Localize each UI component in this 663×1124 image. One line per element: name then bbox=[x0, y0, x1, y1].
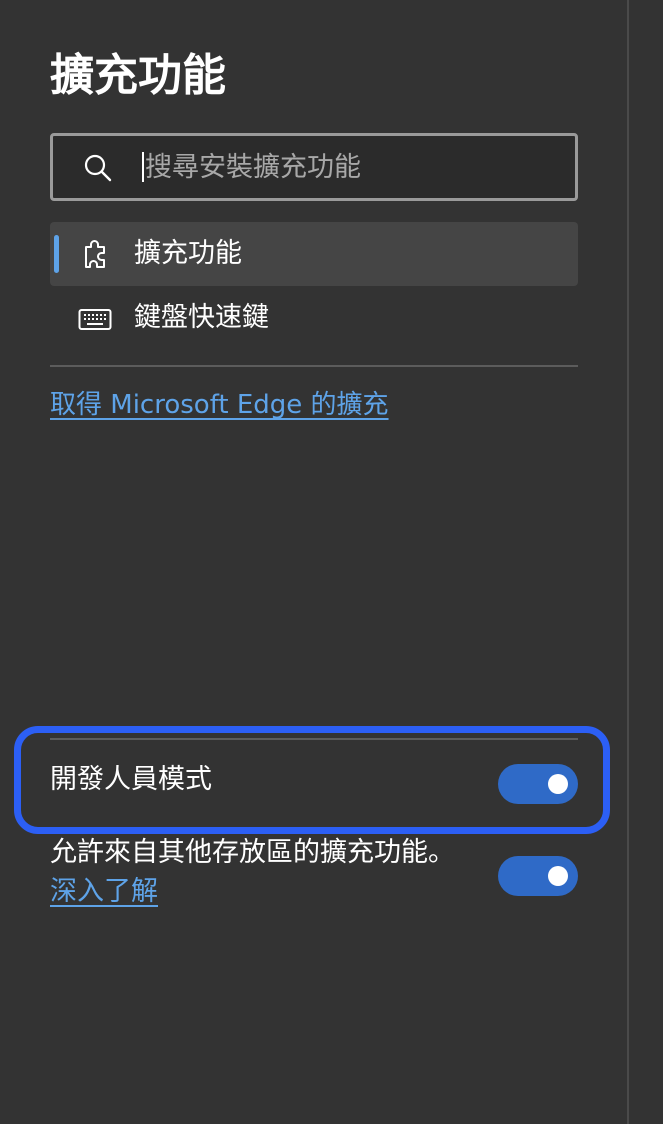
get-extensions-link[interactable]: 取得 Microsoft Edge 的擴充 bbox=[50, 385, 389, 425]
developer-mode-toggle[interactable] bbox=[498, 764, 578, 804]
keyboard-icon bbox=[78, 309, 112, 330]
search-icon bbox=[84, 154, 112, 182]
other-stores-label: 允許來自其他存放區的擴充功能。 bbox=[50, 837, 455, 868]
toggle-knob bbox=[548, 774, 568, 794]
developer-mode-label: 開發人員模式 bbox=[50, 764, 212, 795]
toggle-knob bbox=[548, 866, 568, 886]
sidebar-item-extensions[interactable]: 擴充功能 bbox=[50, 222, 578, 286]
search-box[interactable] bbox=[50, 133, 578, 201]
other-stores-toggle[interactable] bbox=[498, 856, 578, 896]
divider bbox=[50, 365, 578, 367]
sidebar-item-label: 擴充功能 bbox=[134, 238, 242, 269]
active-indicator bbox=[54, 235, 59, 273]
search-input[interactable] bbox=[145, 146, 545, 188]
puzzle-icon bbox=[85, 240, 105, 268]
page-title: 擴充功能 bbox=[50, 50, 226, 101]
pane-divider bbox=[627, 0, 629, 1124]
sidebar-item-label: 鍵盤快速鍵 bbox=[134, 302, 269, 333]
sidebar-item-keyboard-shortcuts[interactable]: 鍵盤快速鍵 bbox=[50, 286, 578, 350]
text-cursor bbox=[142, 152, 144, 182]
learn-more-link[interactable]: 深入了解 bbox=[50, 873, 158, 911]
